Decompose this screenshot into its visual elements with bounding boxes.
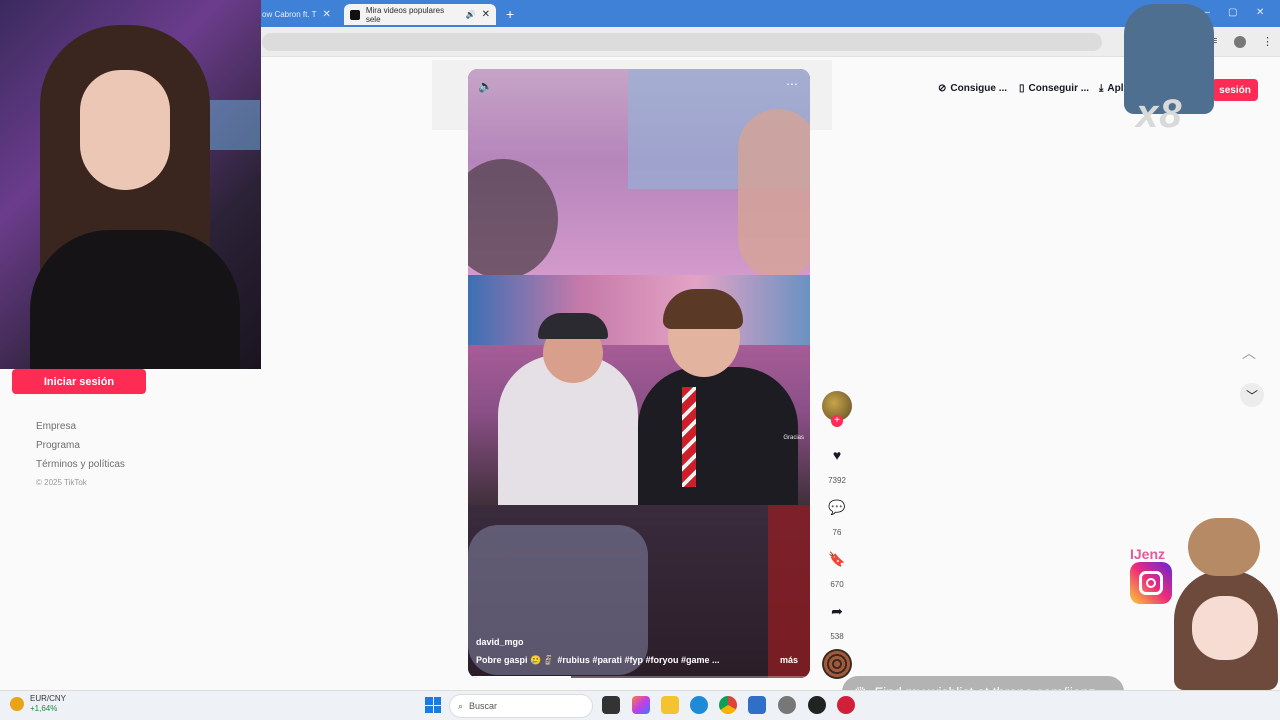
task-view-icon[interactable]: [602, 696, 620, 714]
get-coins-button[interactable]: ⊘ Consigue ...: [938, 83, 1007, 94]
sidebar-footer: Empresa Programa Términos y políticas © …: [36, 421, 125, 495]
fx-change: +1,64%: [30, 704, 58, 713]
footer-link-program[interactable]: Programa: [36, 440, 125, 451]
chevron-up-icon[interactable]: ︿: [1242, 343, 1256, 363]
fx-pair: EUR/CNY: [30, 694, 67, 703]
profile-icon[interactable]: [1234, 36, 1246, 48]
instagram-icon: [1130, 562, 1172, 604]
taskbar: EUR/CNY +1,64% ⌕ Buscar: [0, 690, 1280, 720]
tab-label: Mira videos populares sele: [365, 5, 445, 24]
webcam-overlay: [0, 0, 261, 369]
comment-count: 76: [832, 528, 842, 537]
browser-tab-2[interactable]: Mira videos populares sele 🔊 ✕: [344, 4, 496, 25]
footer-link-terms[interactable]: Términos y políticas: [36, 459, 125, 470]
speaker-icon[interactable]: 🔊: [466, 10, 476, 19]
sticker-multiplier: x8: [1136, 92, 1183, 136]
chrome-icon[interactable]: [719, 696, 737, 714]
coin-icon: ⊘: [938, 83, 947, 94]
copilot-icon[interactable]: [632, 696, 650, 714]
video-player[interactable]: Gracias 🔈 ⋯ david_mgo Pobre gaspi 🥲 🗿 #r…: [468, 69, 810, 678]
get-coins-label: Consigue ...: [950, 83, 1008, 94]
follow-plus-icon[interactable]: +: [831, 415, 843, 427]
footer-link-company[interactable]: Empresa: [36, 421, 125, 432]
phone-icon: ▯: [1019, 83, 1025, 94]
settings-gear-icon[interactable]: [778, 696, 796, 714]
screen: ow Cabron ft. T ✕ Mira videos populares …: [0, 0, 1280, 720]
comment-icon[interactable]: 💬: [824, 494, 850, 520]
download-icon: ⤓: [1099, 83, 1104, 94]
volume-icon[interactable]: 🔈: [478, 79, 493, 93]
video-frame-main: Gracias: [468, 275, 810, 507]
vtuber-avatar: [1168, 516, 1280, 690]
video-author[interactable]: david_mgo: [476, 637, 524, 647]
close-icon[interactable]: ✕: [482, 9, 490, 20]
file-explorer-icon[interactable]: [661, 696, 679, 714]
tiktok-icon: [350, 9, 360, 20]
instagram-handle: IJenz: [1130, 546, 1166, 562]
bookmark-icon[interactable]: 🔖: [824, 546, 850, 572]
fx-widget[interactable]: EUR/CNY +1,64%: [10, 694, 66, 714]
video-progress-bar[interactable]: [468, 676, 810, 678]
get-app-label: Conseguir ...: [1028, 83, 1090, 94]
store-icon[interactable]: [748, 696, 766, 714]
share-arrow-icon[interactable]: ➦: [824, 598, 850, 624]
share-count: 538: [830, 632, 844, 641]
taskbar-search-placeholder: Buscar: [469, 701, 498, 711]
video-frame-top: [468, 69, 810, 279]
tab-label: ow Cabron ft. T: [262, 10, 317, 19]
caption-more-button[interactable]: más: [780, 655, 798, 665]
weather-icon: [10, 697, 24, 711]
edge-icon[interactable]: [690, 696, 708, 714]
save-count: 670: [830, 580, 844, 589]
browser-tab-1[interactable]: ow Cabron ft. T ✕: [256, 4, 342, 25]
video-frame-bottom: [468, 505, 810, 678]
copyright: © 2025 TikTok: [36, 478, 87, 487]
new-tab-button[interactable]: +: [506, 6, 514, 22]
app-icon[interactable]: [837, 696, 855, 714]
close-icon[interactable]: ✕: [323, 9, 331, 20]
chevron-down-icon[interactable]: ﹀: [1240, 383, 1264, 407]
video-caption: Pobre gaspi 🥲 🗿 #rubius #parati #fyp #fo…: [476, 655, 720, 665]
search-icon: ⌕: [458, 700, 464, 711]
get-app-button[interactable]: ▯ Conseguir ...: [1019, 83, 1089, 94]
windows-start-icon[interactable]: [425, 697, 441, 713]
like-heart-icon[interactable]: ♥: [824, 442, 850, 468]
close-window-icon[interactable]: ✕: [1256, 7, 1264, 18]
like-count: 7392: [828, 476, 846, 485]
music-disc-icon[interactable]: [822, 649, 852, 679]
url-field[interactable]: [262, 33, 1102, 51]
taskbar-search[interactable]: ⌕ Buscar: [449, 694, 593, 718]
video-overlay-text: Gracias: [783, 435, 804, 441]
obs-icon[interactable]: [808, 696, 826, 714]
menu-icon[interactable]: ⋮: [1262, 35, 1273, 48]
login-button-sidebar[interactable]: Iniciar sesión: [12, 369, 146, 394]
more-options-icon[interactable]: ⋯: [786, 77, 798, 91]
sticker-overlay: x8: [1110, 0, 1230, 140]
